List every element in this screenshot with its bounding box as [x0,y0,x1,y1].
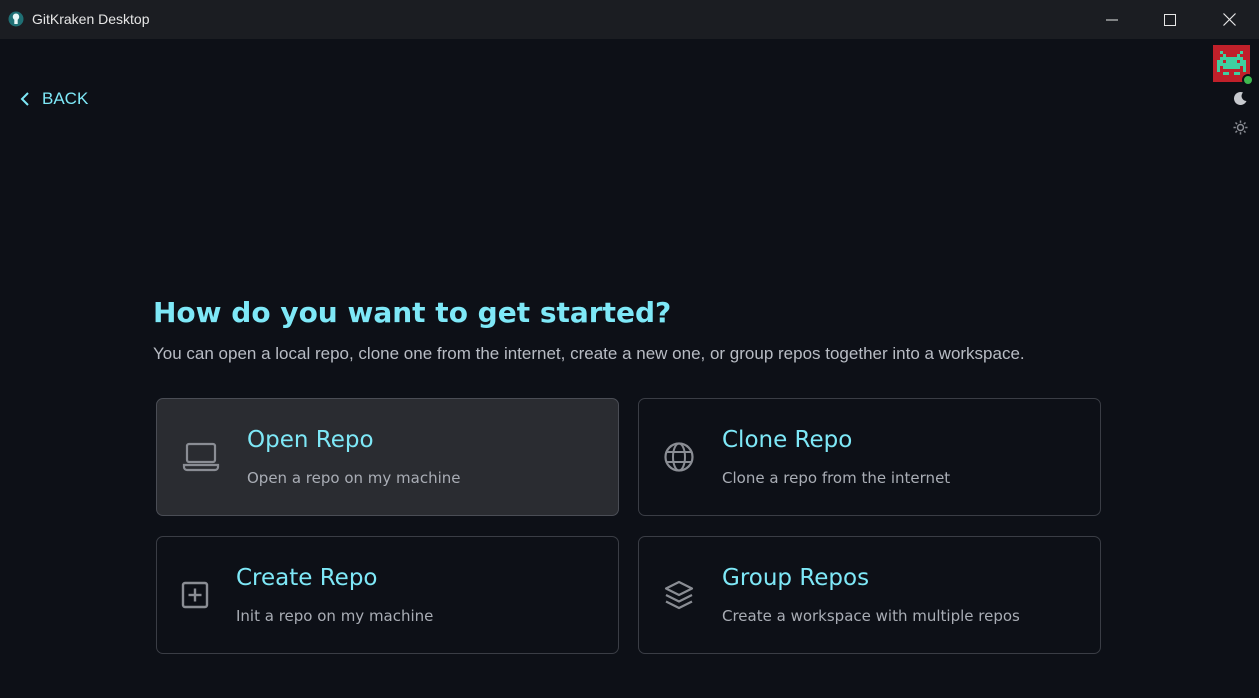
open-repo-description: Open a repo on my machine [247,469,461,487]
plus-square-icon [181,581,209,609]
open-repo-card[interactable]: Open Repo Open a repo on my machine [156,398,619,516]
laptop-icon [182,442,220,472]
window-title: GitKraken Desktop [32,11,150,27]
create-repo-title: Create Repo [236,565,378,591]
gitkraken-logo-icon [8,11,24,27]
title-bar: GitKraken Desktop [0,0,1259,39]
close-icon [1222,13,1236,26]
open-repo-title: Open Repo [247,427,374,453]
clone-repo-title: Clone Repo [722,427,853,453]
minimize-button[interactable] [1083,0,1141,39]
create-repo-card[interactable]: Create Repo Init a repo on my machine [156,536,619,654]
chevron-left-icon [20,92,29,106]
moon-icon[interactable] [1233,91,1248,106]
minimize-icon [1106,19,1118,20]
clone-repo-description: Clone a repo from the internet [722,469,951,487]
sun-icon[interactable] [1233,120,1248,135]
group-repos-card[interactable]: Group Repos Create a workspace with mult… [638,536,1101,654]
back-button[interactable]: BACK [20,89,88,109]
clone-repo-card[interactable]: Clone Repo Clone a repo from the interne… [638,398,1101,516]
globe-icon [664,442,694,472]
close-button[interactable] [1200,0,1258,39]
page-title: How do you want to get started? [153,296,672,329]
create-repo-description: Init a repo on my machine [236,607,434,625]
online-status-indicator [1242,74,1254,86]
maximize-icon [1164,13,1176,26]
group-repos-description: Create a workspace with multiple repos [722,607,1020,625]
group-repos-title: Group Repos [722,565,870,591]
back-label: BACK [42,89,89,108]
page-subtitle: You can open a local repo, clone one fro… [153,344,1025,363]
maximize-button[interactable] [1141,0,1199,39]
layers-icon [664,580,694,610]
